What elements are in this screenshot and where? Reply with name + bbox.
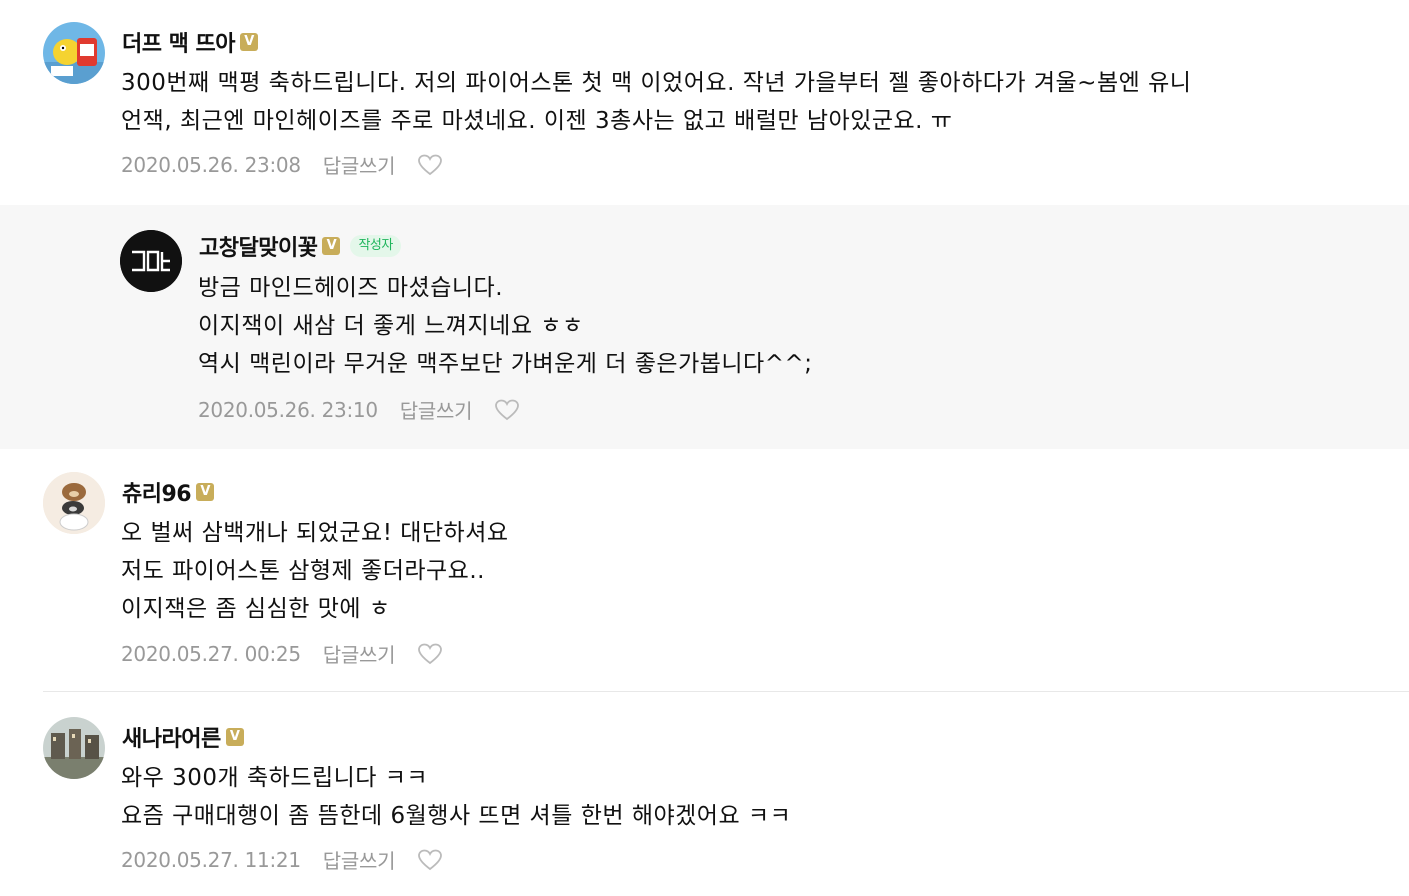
heart-icon[interactable] [417, 153, 443, 177]
nickname[interactable]: 고창달맞이꽃 V 작성자 [199, 230, 401, 262]
comment-text: 300번째 맥평 축하드립니다. 저의 파이어스톤 첫 맥 이었어요. 작년 가… [121, 70, 1192, 134]
nickname[interactable]: 더프 맥 뜨아 V [122, 26, 259, 58]
comment-item: 츄리96 V 오 벌써 삼백개나 되었군요! 대단하셔요 저도 파이어스톤 삼형… [0, 450, 1409, 691]
heart-icon[interactable] [417, 642, 443, 666]
nickname-text[interactable]: 츄리96 [122, 476, 192, 508]
nickname-text[interactable]: 새나라어른 [122, 721, 221, 753]
comment-date: 2020.05.27. 11:21 [121, 847, 301, 872]
comment-item: 새나라어른 V 와우 300개 축하드립니다 ㅋㅋ 요즘 구매대행이 좀 뜸한데… [0, 692, 1409, 896]
comment-meta: 2020.05.26. 23:08 답글쓰기 [121, 150, 443, 179]
nickname[interactable]: 새나라어른 V [122, 721, 244, 753]
comment-meta: 2020.05.27. 00:25 답글쓰기 [121, 639, 443, 668]
comment-text: 와우 300개 축하드립니다 ㅋㅋ 요즘 구매대행이 좀 뜸한데 6월행사 뜨면… [121, 765, 792, 829]
reply-button[interactable]: 답글쓰기 [323, 845, 396, 874]
avatar[interactable] [43, 472, 105, 534]
nickname[interactable]: 츄리96 V [122, 476, 215, 508]
avatar[interactable] [43, 717, 105, 779]
heart-icon[interactable] [494, 398, 520, 422]
avatar[interactable] [120, 230, 182, 292]
author-tag: 작성자 [350, 235, 401, 257]
verified-badge-icon: V [240, 33, 259, 51]
heart-icon[interactable] [417, 848, 443, 872]
verified-badge-icon: V [322, 237, 341, 255]
verified-badge-icon: V [225, 728, 244, 746]
nickname-text[interactable]: 더프 맥 뜨아 [122, 26, 236, 58]
comment-text: 방금 마인드헤이즈 마셨습니다. 이지잭이 새삼 더 좋게 느껴지네요 ㅎㅎ 역… [198, 275, 813, 377]
reply-button[interactable]: 답글쓰기 [323, 639, 396, 668]
comment-text: 오 벌써 삼백개나 되었군요! 대단하셔요 저도 파이어스톤 삼형제 좋더라구요… [121, 520, 509, 622]
avatar[interactable] [43, 22, 105, 84]
nickname-text[interactable]: 고창달맞이꽃 [199, 230, 318, 262]
comment-date: 2020.05.26. 23:08 [121, 152, 301, 177]
reply-comment-item: 고창달맞이꽃 V 작성자 방금 마인드헤이즈 마셨습니다. 이지잭이 새삼 더 … [0, 205, 1409, 449]
verified-badge-icon: V [196, 483, 215, 501]
comment-date: 2020.05.26. 23:10 [198, 397, 378, 422]
comment-item: 더프 맥 뜨아 V 300번째 맥평 축하드립니다. 저의 파이어스톤 첫 맥 … [0, 0, 1409, 204]
comment-date: 2020.05.27. 00:25 [121, 641, 301, 666]
reply-button[interactable]: 답글쓰기 [323, 150, 396, 179]
comment-meta: 2020.05.26. 23:10 답글쓰기 [198, 395, 520, 424]
reply-button[interactable]: 답글쓰기 [400, 395, 473, 424]
comment-meta: 2020.05.27. 11:21 답글쓰기 [121, 845, 443, 874]
